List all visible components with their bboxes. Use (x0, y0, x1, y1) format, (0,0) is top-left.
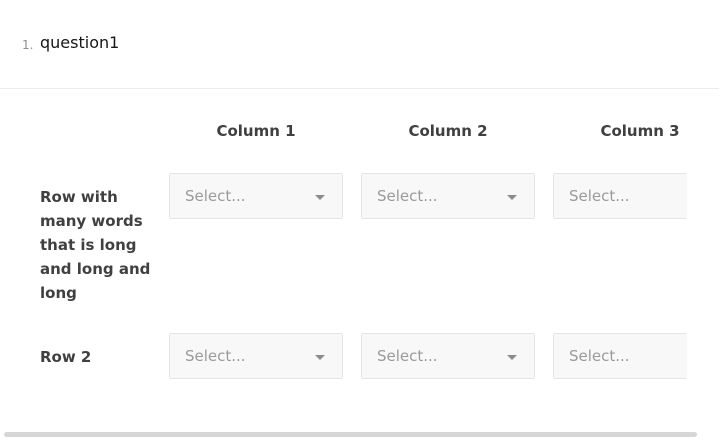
row2-column2-select[interactable]: Select... (361, 333, 535, 379)
column-header-2: Column 2 (408, 122, 488, 140)
column-header-1: Column 1 (216, 122, 296, 140)
row2-column3-select[interactable]: Select... (553, 333, 687, 379)
column-header-3: Column 3 (600, 122, 680, 140)
survey-matrix-dropdown-question: 1. question1 Column 1 Column 2 Column 3 … (0, 0, 719, 441)
row1-column1-select[interactable]: Select... (169, 173, 343, 219)
question-title: question1 (40, 33, 120, 52)
row1-column2-select[interactable]: Select... (361, 173, 535, 219)
question-number: 1. (22, 38, 34, 52)
chevron-down-icon (315, 355, 325, 360)
question-header: 1. question1 (0, 0, 719, 89)
select-placeholder: Select... (569, 347, 630, 365)
select-placeholder: Select... (185, 347, 246, 365)
row-label-2: Row 2 (40, 348, 92, 366)
select-placeholder: Select... (377, 347, 438, 365)
chevron-down-icon (507, 195, 517, 200)
select-placeholder: Select... (377, 187, 438, 205)
row-label-1: Row with many words that is long and lon… (40, 188, 151, 302)
row2-column1-select[interactable]: Select... (169, 333, 343, 379)
select-placeholder: Select... (569, 187, 630, 205)
row1-column3-select[interactable]: Select... (553, 173, 687, 219)
select-placeholder: Select... (185, 187, 246, 205)
chevron-down-icon (315, 195, 325, 200)
chevron-down-icon (507, 355, 517, 360)
horizontal-scrollbar[interactable] (4, 432, 697, 437)
